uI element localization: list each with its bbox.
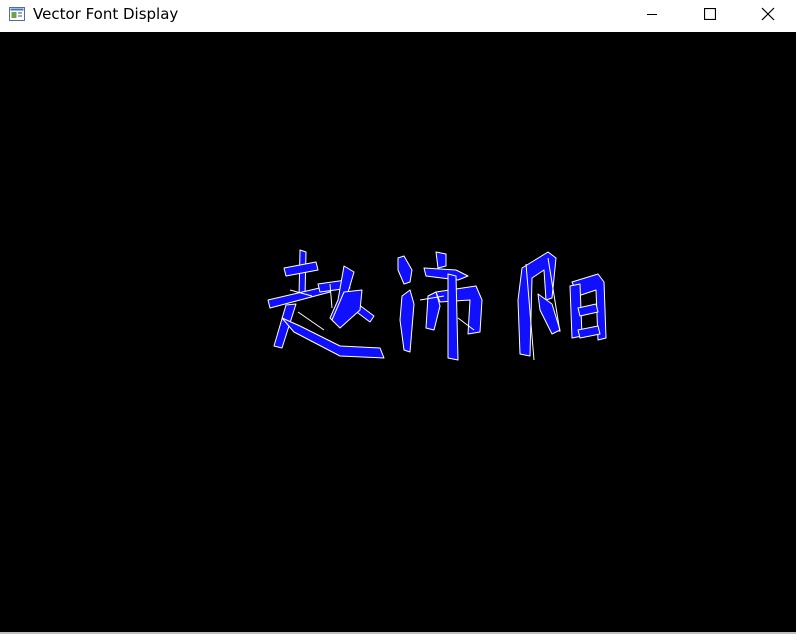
minimize-icon — [647, 14, 657, 15]
glyph-stroke — [397, 255, 413, 285]
close-button[interactable] — [739, 0, 796, 28]
glyph-stroke — [435, 285, 483, 335]
glyph-stroke — [447, 273, 459, 361]
glyph-stroke — [399, 289, 415, 353]
glyph-stroke — [435, 251, 447, 269]
maximize-button[interactable] — [681, 0, 739, 28]
glyph-pei — [397, 251, 483, 361]
glyph-render-area — [267, 249, 607, 361]
window-title: Vector Font Display — [33, 5, 179, 23]
vector-font-canvas — [0, 32, 796, 632]
glyph-stroke — [281, 317, 385, 359]
glyph-stroke — [423, 267, 469, 281]
glyph-zhao — [267, 249, 385, 359]
app-window-icon — [9, 7, 25, 21]
maximize-icon — [704, 8, 716, 20]
app-window: Vector Font Display — [0, 0, 796, 634]
glyph-stroke — [331, 289, 363, 329]
minimize-button[interactable] — [623, 0, 681, 28]
glyph-yang — [517, 251, 607, 361]
close-icon — [761, 7, 775, 21]
title-bar[interactable]: Vector Font Display — [0, 0, 796, 32]
